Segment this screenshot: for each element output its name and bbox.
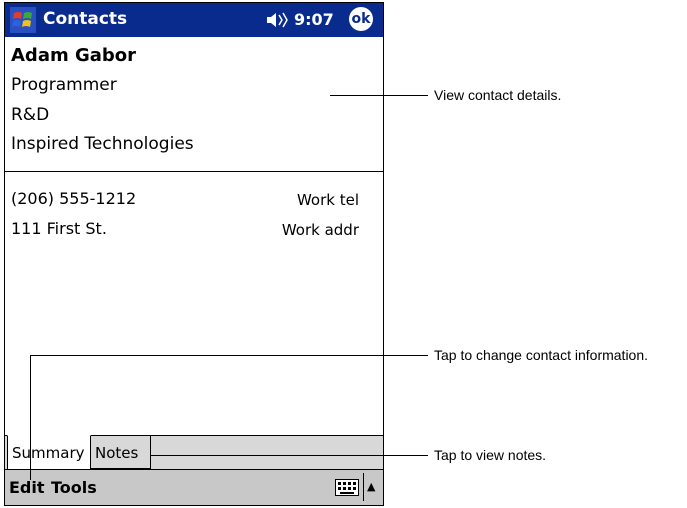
contact-company: Inspired Technologies (11, 134, 194, 154)
callout-line-notes (150, 455, 428, 456)
clock[interactable]: 9:07 (294, 10, 334, 29)
keyboard-icon[interactable] (335, 479, 359, 496)
sip-separator (363, 473, 364, 501)
callout-change-info: Tap to change contact information. (434, 347, 649, 363)
work-addr-value[interactable]: 111 First St. (11, 219, 107, 238)
edit-menu[interactable]: Edit (9, 478, 45, 497)
callout-vline-change-info (30, 355, 31, 480)
title-bar: Contacts 9:07 ok (5, 3, 383, 37)
callout-line-details (330, 95, 428, 96)
ok-button[interactable]: ok (349, 7, 373, 31)
speaker-icon[interactable] (267, 12, 289, 28)
tab-summary[interactable]: Summary (7, 435, 91, 469)
tab-strip: Summary Notes (5, 435, 383, 469)
contact-department: R&D (11, 105, 50, 125)
device-screen: Contacts 9:07 ok Adam Gabor Programmer R… (4, 2, 384, 506)
callout-line-change-info (30, 355, 428, 356)
callout-view-details: View contact details. (434, 87, 562, 103)
section-divider (5, 171, 383, 172)
work-tel-value[interactable]: (206) 555-1212 (11, 189, 136, 208)
tools-menu[interactable]: Tools (51, 478, 97, 497)
app-title: Contacts (43, 9, 128, 29)
contact-job-title: Programmer (11, 75, 117, 95)
menu-bar: Edit Tools ▲ (5, 469, 383, 505)
windows-flag-icon[interactable] (9, 6, 37, 34)
up-arrow-icon[interactable]: ▲ (367, 480, 375, 493)
contact-name: Adam Gabor (11, 45, 137, 66)
work-addr-label: Work addr (281, 221, 359, 239)
callout-view-notes: Tap to view notes. (434, 447, 547, 463)
tab-notes[interactable]: Notes (91, 435, 151, 469)
work-tel-label: Work tel (296, 191, 359, 209)
